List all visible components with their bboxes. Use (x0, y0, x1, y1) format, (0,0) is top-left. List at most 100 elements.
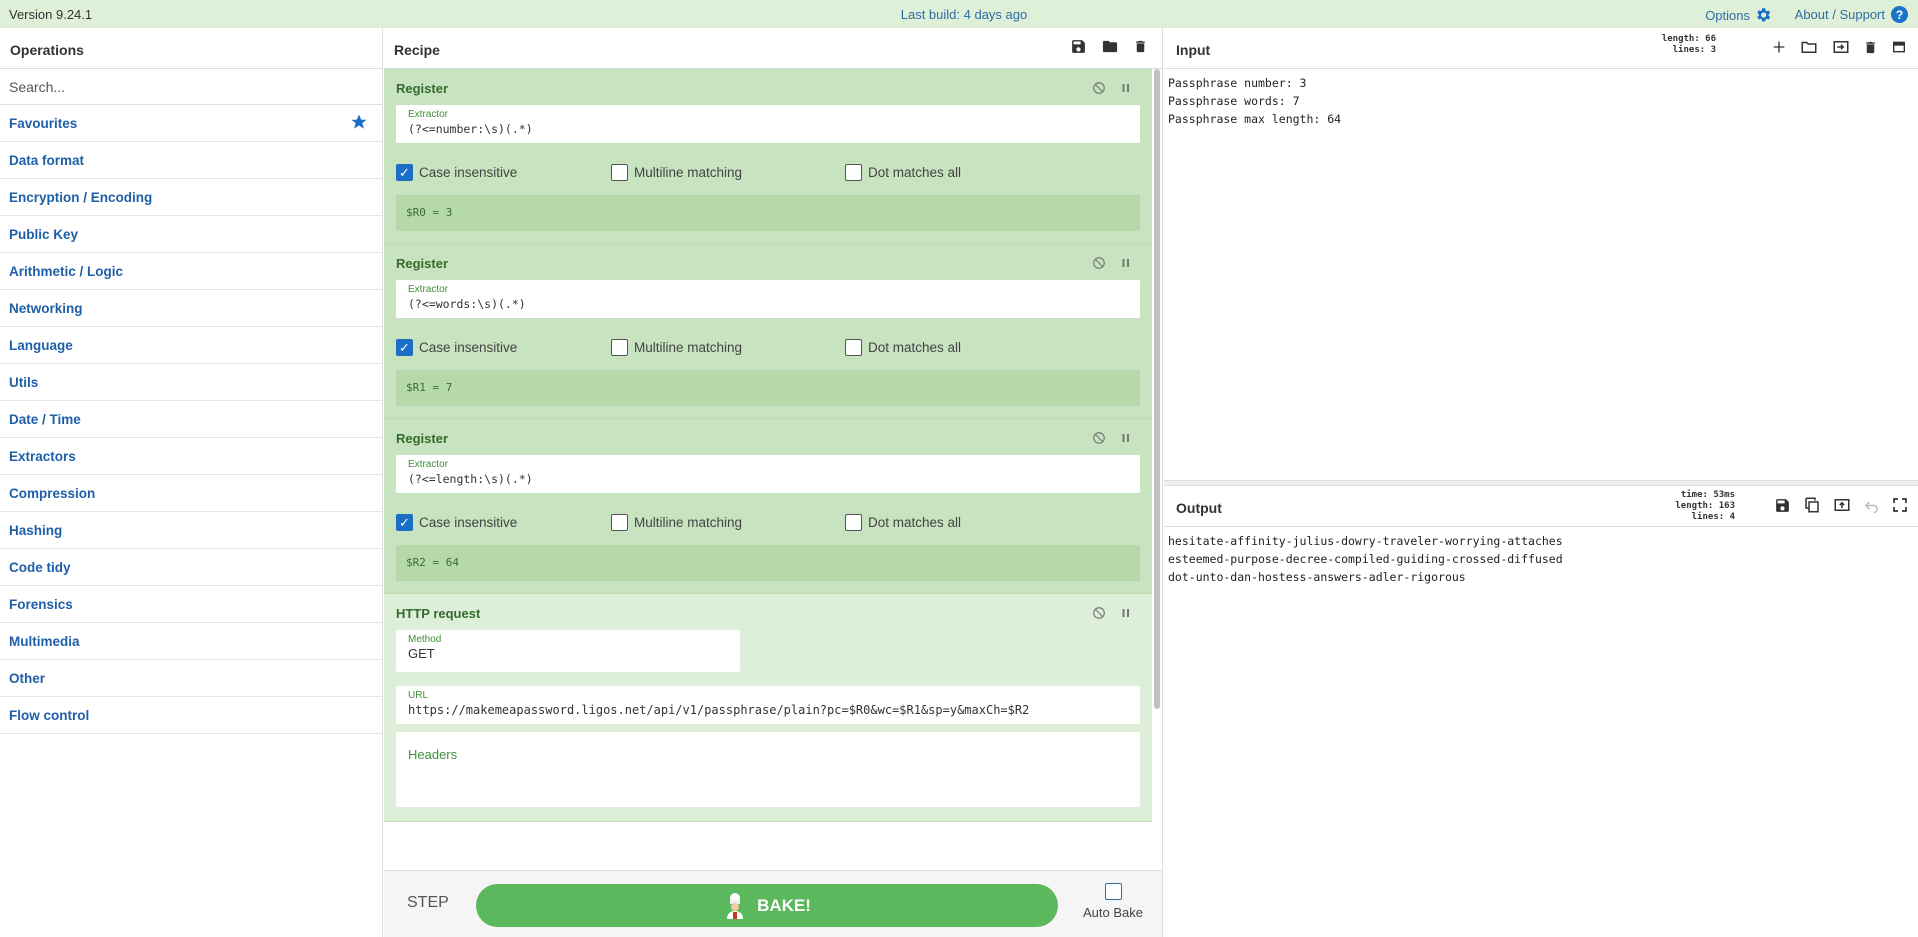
category-item[interactable]: Flow control (0, 697, 382, 734)
pause-icon[interactable] (1120, 81, 1132, 95)
bake-button[interactable]: BAKE! (476, 884, 1058, 927)
extractor-field[interactable]: Extractor (?<=number:\s)(.*) (396, 105, 1140, 143)
trash-icon[interactable] (1133, 38, 1148, 55)
check-icon[interactable]: ✓ (396, 338, 413, 356)
options-button[interactable]: Options (1705, 6, 1772, 24)
folder-icon[interactable] (1101, 38, 1119, 55)
option-label: Case insensitive (419, 514, 518, 530)
step-button[interactable]: STEP (407, 894, 449, 912)
category-item[interactable]: Hashing (0, 512, 382, 549)
category-item[interactable]: Encryption / Encoding (0, 179, 382, 216)
case-insensitive-option[interactable]: ✓ Case insensitive (396, 513, 611, 531)
extractor-field[interactable]: Extractor (?<=length:\s)(.*) (396, 455, 1140, 493)
checkbox[interactable] (611, 163, 628, 181)
output-title: Output (1176, 500, 1222, 516)
checkbox[interactable] (845, 513, 862, 531)
option-label: Dot matches all (868, 164, 962, 180)
save-output-icon[interactable] (1774, 497, 1791, 514)
register-op[interactable]: Register Extractor (?<=length:\s)(.*) ✓ Case… (384, 419, 1152, 594)
recipe-panel: Recipe Register Extractor (?<=number:\s)(.… (384, 28, 1163, 937)
undo-icon[interactable] (1863, 497, 1880, 514)
input-textarea[interactable]: Passphrase number: 3 Passphrase words: 7… (1164, 69, 1918, 133)
dot-matches-all-option[interactable]: Dot matches all (845, 338, 962, 356)
register-op[interactable]: Register Extractor (?<=words:\s)(.*) ✓ Case … (384, 244, 1152, 419)
checkbox[interactable] (611, 513, 628, 531)
register-op[interactable]: Register Extractor (?<=number:\s)(.*) ✓ Case… (384, 69, 1152, 244)
extractor-value: (?<=number:\s)(.*) (408, 122, 533, 136)
open-file-icon[interactable] (1831, 38, 1851, 56)
save-icon[interactable] (1070, 38, 1087, 55)
disable-icon[interactable] (1092, 431, 1106, 445)
output-panel: Output time: 53ms length: 163 lines: 4 h… (1164, 486, 1918, 937)
pause-icon[interactable] (1120, 431, 1132, 445)
pause-icon[interactable] (1120, 256, 1132, 270)
dot-matches-all-option[interactable]: Dot matches all (845, 163, 962, 181)
add-input-icon[interactable] (1771, 39, 1787, 55)
category-label: Extractors (9, 449, 76, 464)
category-label: Hashing (9, 523, 63, 538)
extractor-field[interactable]: Extractor (?<=words:\s)(.*) (396, 280, 1140, 318)
register-result: $R2 = 64 (396, 545, 1140, 581)
dot-matches-all-option[interactable]: Dot matches all (845, 513, 961, 531)
category-item[interactable]: Favourites (0, 105, 382, 142)
multiline-option[interactable]: Multiline matching (611, 513, 845, 531)
category-item[interactable]: Multimedia (0, 623, 382, 660)
option-label: Dot matches all (868, 339, 962, 355)
checkbox[interactable] (611, 338, 628, 356)
check-icon[interactable]: ✓ (396, 513, 413, 531)
category-item[interactable]: Utils (0, 364, 382, 401)
category-item[interactable]: Code tidy (0, 549, 382, 586)
extractor-label: Extractor (408, 109, 449, 120)
case-insensitive-option[interactable]: ✓ Case insensitive (396, 163, 611, 181)
category-label: Forensics (9, 597, 73, 612)
auto-bake-checkbox[interactable] (1104, 883, 1122, 900)
method-value: GET (408, 646, 435, 661)
copy-icon[interactable] (1803, 496, 1821, 514)
category-item[interactable]: Public Key (0, 216, 382, 253)
category-label: Flow control (9, 708, 90, 723)
input-title: Input (1176, 42, 1211, 58)
url-field[interactable]: URL https://makemeapassword.ligos.net/ap… (396, 686, 1140, 724)
disable-icon[interactable] (1092, 81, 1106, 95)
input-length: length: 66 (1661, 34, 1716, 44)
recipe-scrollbar[interactable] (1154, 69, 1160, 709)
output-lines: lines: 4 (1691, 512, 1735, 522)
bake-bar: STEP BAKE! Auto Bake (384, 870, 1162, 937)
replace-input-icon[interactable] (1833, 496, 1851, 514)
category-list: Favourites Data format Encryption / Encodi… (0, 105, 382, 734)
http-request-op[interactable]: HTTP request Method GET URL https://make… (384, 594, 1152, 822)
open-folder-icon[interactable] (1799, 38, 1819, 56)
category-item[interactable]: Date / Time (0, 401, 382, 438)
checkbox[interactable] (845, 338, 862, 356)
last-build-link[interactable]: Last build: 4 days ago (0, 7, 1918, 22)
checkbox[interactable] (845, 163, 862, 181)
input-lines: lines: 3 (1672, 45, 1716, 55)
op-title: Register (396, 431, 449, 446)
method-field[interactable]: Method GET (396, 630, 740, 672)
about-support-link[interactable]: About / Support ? (1795, 6, 1908, 23)
layout-icon[interactable] (1890, 39, 1908, 55)
multiline-option[interactable]: Multiline matching (611, 163, 845, 181)
category-item[interactable]: Arithmetic / Logic (0, 253, 382, 290)
multiline-option[interactable]: Multiline matching (611, 338, 845, 356)
case-insensitive-option[interactable]: ✓ Case insensitive (396, 338, 611, 356)
disable-icon[interactable] (1092, 606, 1106, 620)
op-title: Register (396, 81, 449, 96)
category-item[interactable]: Other (0, 660, 382, 697)
maximise-icon[interactable] (1892, 497, 1908, 513)
category-item[interactable]: Networking (0, 290, 382, 327)
category-item[interactable]: Data format (0, 142, 382, 179)
category-item[interactable]: Language (0, 327, 382, 364)
operations-search-input[interactable]: Search... (0, 69, 382, 105)
clear-input-icon[interactable] (1863, 39, 1878, 56)
gear-icon (1754, 6, 1772, 24)
disable-icon[interactable] (1092, 256, 1106, 270)
category-item[interactable]: Forensics (0, 586, 382, 623)
check-icon[interactable]: ✓ (396, 163, 413, 181)
output-header: Output time: 53ms length: 163 lines: 4 (1164, 486, 1918, 527)
category-item[interactable]: Extractors (0, 438, 382, 475)
pause-icon[interactable] (1120, 606, 1132, 620)
headers-textarea[interactable]: Headers (396, 732, 1140, 807)
category-item[interactable]: Compression (0, 475, 382, 512)
auto-bake-toggle[interactable]: Auto Bake (1078, 883, 1148, 920)
